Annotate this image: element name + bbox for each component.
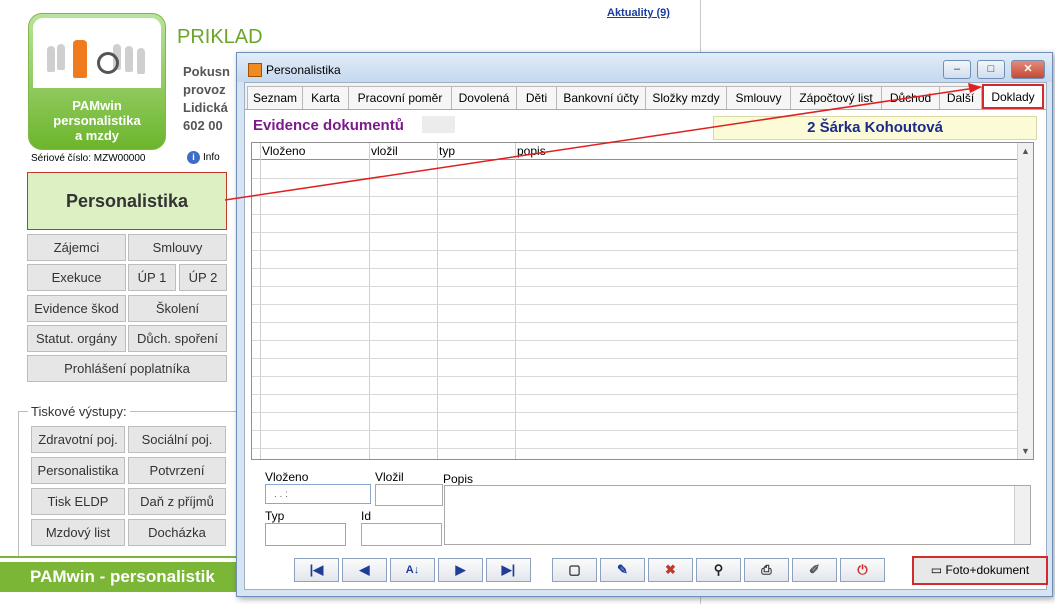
socialni-poj-button[interactable]: Sociální poj. <box>128 426 226 453</box>
magnifier-icon <box>97 52 119 74</box>
vlozil-field[interactable] <box>375 484 443 506</box>
tab-bankovni-ucty[interactable]: Bankovní účty <box>556 86 646 109</box>
popis-field[interactable] <box>444 485 1031 545</box>
grid-header: Vloženo vložil typ popis <box>252 143 1018 160</box>
company-line: Lidická <box>183 100 228 115</box>
print-icon[interactable]: ⎙ <box>744 558 789 582</box>
statut-organy-button[interactable]: Statut. orgány <box>27 325 126 352</box>
prohlaseni-poplatnika-button[interactable]: Prohlášení poplatníka <box>27 355 227 382</box>
vlozil-label: Vložil <box>375 470 404 484</box>
duch-sporeni-button[interactable]: Důch. spoření <box>128 325 227 352</box>
skoleni-button[interactable]: Školení <box>128 295 227 322</box>
selected-person: 2 Šárka Kohoutová <box>713 116 1037 140</box>
typ-field[interactable] <box>265 523 346 546</box>
delete-icon[interactable]: ✖ <box>648 558 693 582</box>
tab-slozky-mzdy[interactable]: Složky mzdy <box>645 86 727 109</box>
company-line: provoz <box>183 82 226 97</box>
grid-scrollbar[interactable]: ▲ ▼ <box>1017 143 1033 459</box>
dochazka-button[interactable]: Docházka <box>128 519 226 546</box>
last-record-icon[interactable]: ▶| <box>486 558 531 582</box>
personalistika-dialog: Personalistika – □ ✕ Seznam Karta Pracov… <box>236 52 1053 597</box>
tab-doklady[interactable]: Doklady <box>982 84 1044 109</box>
news-link[interactable]: Aktuality (9) <box>607 7 670 19</box>
tab-bar: Seznam Karta Pracovní poměr Dovolená Dět… <box>245 83 1046 110</box>
company-line: Pokusn <box>183 64 230 79</box>
personalistika-print-button[interactable]: Personalistika <box>31 457 125 484</box>
prev-record-icon[interactable]: ◀ <box>342 558 387 582</box>
app-icon <box>248 63 262 77</box>
tisk-eldp-button[interactable]: Tisk ELDP <box>31 488 125 515</box>
first-record-icon[interactable]: |◀ <box>294 558 339 582</box>
new-document-icon[interactable]: ▢ <box>552 558 597 582</box>
personalistika-main-button[interactable]: Personalistika <box>27 172 227 230</box>
tab-karta[interactable]: Karta <box>302 86 349 109</box>
print-outputs-label: Tiskové výstupy: <box>28 404 130 419</box>
documents-grid[interactable]: Vloženo vložil typ popis ▲ ▼ <box>251 142 1034 460</box>
tab-zapoctovy-list[interactable]: Zápočtový list <box>790 86 882 109</box>
typ-label: Typ <box>265 509 285 523</box>
next-record-icon[interactable]: ▶ <box>438 558 483 582</box>
section-heading: Evidence dokumentů <box>253 117 404 134</box>
footer-banner: PAMwin - personalistik <box>0 562 240 592</box>
popis-label: Popis <box>443 472 474 486</box>
vlozeno-label: Vloženo <box>265 470 309 484</box>
info-icon: i <box>187 151 200 164</box>
edit-icon[interactable]: ✎ <box>600 558 645 582</box>
mzdovy-list-button[interactable]: Mzdový list <box>31 519 125 546</box>
up2-button[interactable]: ÚP 2 <box>179 264 227 291</box>
zdravotni-poj-button[interactable]: Zdravotní poj. <box>31 426 125 453</box>
popis-scrollbar[interactable] <box>1014 486 1030 544</box>
serial-number: Sériové číslo: MZW00000 <box>31 153 146 164</box>
person-figure-icon <box>73 40 87 78</box>
scanner-icon[interactable]: ✐ <box>792 558 837 582</box>
sort-az-icon[interactable]: A↓ <box>390 558 435 582</box>
dialog-title: Personalistika <box>266 63 341 77</box>
column-header-vlozeno[interactable]: Vloženo <box>262 144 305 158</box>
tab-pracovni-pomer[interactable]: Pracovní poměr <box>348 86 452 109</box>
column-header-typ[interactable]: typ <box>439 144 455 158</box>
logo-line-2: personalistika <box>53 113 141 128</box>
zajemci-button[interactable]: Zájemci <box>27 234 126 261</box>
vlozeno-field[interactable]: . . : <box>265 484 371 504</box>
company-line: 602 00 <box>183 118 223 133</box>
tab-dalsi[interactable]: Další <box>939 86 982 109</box>
find-icon[interactable]: ⚲ <box>696 558 741 582</box>
dan-z-prijmu-button[interactable]: Daň z příjmů <box>128 488 226 515</box>
scroll-up-icon[interactable]: ▲ <box>1021 146 1030 156</box>
tab-smlouvy[interactable]: Smlouvy <box>726 86 791 109</box>
navigation-toolbar: |◀ ◀ A↓ ▶ ▶| ▢ ✎ ✖ ⚲ ⎙ ✐ ⏻ <box>287 558 927 582</box>
company-title: PRIKLAD <box>177 26 263 48</box>
id-label: Id <box>361 509 372 523</box>
tab-seznam[interactable]: Seznam <box>247 86 303 109</box>
exekuce-button[interactable]: Exekuce <box>27 264 126 291</box>
potvrzeni-button[interactable]: Potvrzení <box>128 457 226 484</box>
pamwin-logo: PAMwin personalistika a mzdy <box>28 13 166 150</box>
info-link[interactable]: i Info <box>187 151 220 164</box>
logo-line-1: PAMwin <box>72 98 122 113</box>
company-address: Pokusn provoz Lidická 602 00 <box>183 63 230 135</box>
tab-dovolena[interactable]: Dovolená <box>451 86 517 109</box>
minimize-button[interactable]: – <box>943 60 971 79</box>
scanner-small-icon: ▭ <box>930 563 946 577</box>
info-label: Info <box>203 152 220 163</box>
tab-duchod[interactable]: Důchod <box>881 86 940 109</box>
tab-deti[interactable]: Děti <box>516 86 557 109</box>
evidence-skod-button[interactable]: Evidence škod <box>27 295 126 322</box>
dialog-titlebar[interactable]: Personalistika – □ ✕ <box>237 53 1052 82</box>
column-header-vlozil[interactable]: vložil <box>371 144 398 158</box>
up1-button[interactable]: ÚP 1 <box>128 264 176 291</box>
id-field[interactable] <box>361 523 442 546</box>
foto-dokument-button[interactable]: ▭ Foto+dokument <box>912 556 1048 585</box>
maximize-button[interactable]: □ <box>977 60 1005 79</box>
column-header-popis[interactable]: popis <box>517 144 546 158</box>
power-icon[interactable]: ⏻ <box>840 558 885 582</box>
logo-line-3: a mzdy <box>74 128 120 143</box>
close-button[interactable]: ✕ <box>1011 60 1045 79</box>
smlouvy-button[interactable]: Smlouvy <box>128 234 227 261</box>
dialog-client: Seznam Karta Pracovní poměr Dovolená Dět… <box>244 82 1048 590</box>
foto-dokument-label: Foto+dokument <box>945 563 1030 577</box>
scroll-down-icon[interactable]: ▼ <box>1021 446 1030 456</box>
